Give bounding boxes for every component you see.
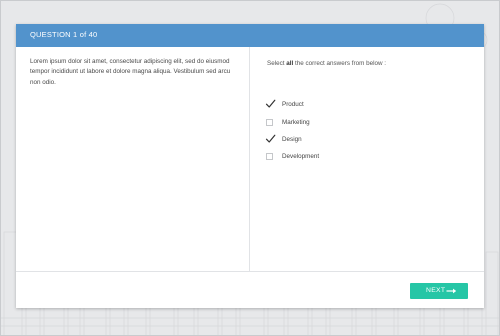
option-marketing[interactable]: Marketing [266,117,416,129]
quiz-header: QUESTION 1 of 40 [16,24,484,47]
prompt-text-end: the correct answers from below : [293,60,387,67]
question-counter: QUESTION 1 of 40 [30,30,98,39]
checkmark-icon [265,99,276,108]
checkbox[interactable] [266,119,273,126]
answers-pane: Select all the correct answers from belo… [250,47,484,271]
passage-text: Lorem ipsum dolor sit amet, consectetur … [30,58,231,86]
option-product[interactable]: Product [265,99,416,111]
question-prompt: Select all the correct answers from belo… [267,60,386,67]
option-label: Development [282,153,320,160]
arrow-right-icon [446,288,457,294]
option-label: Marketing [282,119,310,126]
prompt-text-start: Select [267,60,287,67]
option-development[interactable]: Development [266,151,416,163]
checkmark-icon [265,134,276,143]
option-label: Design [282,136,302,143]
option-label: Product [282,101,304,108]
quiz-card: QUESTION 1 of 40 Lorem ipsum dolor sit a… [16,24,484,308]
next-button-label: NEXT [426,287,446,294]
passage-pane: Lorem ipsum dolor sit amet, consectetur … [16,47,249,271]
next-button[interactable]: NEXT [410,283,468,299]
checkbox[interactable] [266,153,273,160]
quiz-footer: NEXT [16,271,484,308]
option-design[interactable]: Design [265,134,416,146]
